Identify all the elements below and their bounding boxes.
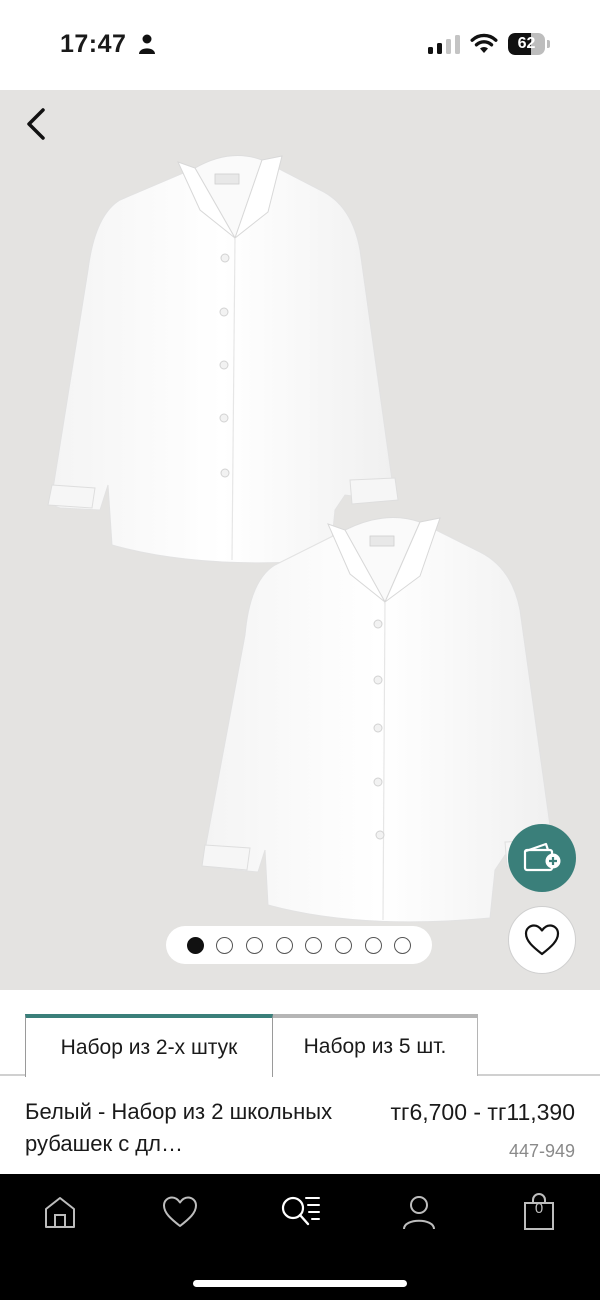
add-to-wishlist-button[interactable] — [508, 906, 576, 974]
pager-dot[interactable] — [275, 936, 293, 954]
nav-account[interactable] — [389, 1190, 449, 1234]
pager-dot[interactable] — [216, 936, 234, 954]
product-title: Белый - Набор из 2 школьных рубашек с дл… — [25, 1099, 333, 1156]
wallet-add-icon — [523, 842, 561, 872]
heart-icon — [163, 1196, 197, 1227]
tab-set-of-2[interactable]: Набор из 2-х штук — [25, 1014, 273, 1077]
person-icon — [139, 34, 155, 54]
bag-count: 0 — [534, 1200, 544, 1217]
nav-wishlist[interactable] — [150, 1190, 210, 1234]
nav-bag[interactable]: 0 — [509, 1190, 569, 1234]
home-indicator — [193, 1280, 407, 1287]
pager-dot[interactable] — [305, 936, 323, 954]
shirt-2 — [201, 517, 555, 923]
tab-label: Набор из 2-х штук — [60, 1035, 238, 1059]
nav-search[interactable] — [270, 1190, 330, 1234]
heart-icon — [524, 924, 560, 956]
shirt-1 — [47, 155, 399, 564]
tab-label: Набор из 5 шт. — [303, 1035, 447, 1058]
account-icon — [403, 1196, 435, 1230]
status-bar: 17:47 62 — [0, 0, 600, 90]
product-code: 447-949 — [508, 1141, 575, 1161]
product-info: Белый - Набор из 2 школьных рубашек с дл… — [0, 1076, 600, 1174]
wifi-icon — [470, 33, 498, 53]
home-icon — [45, 1197, 75, 1228]
pager-dot[interactable] — [186, 936, 204, 954]
chevron-left-icon — [27, 108, 45, 140]
pager-dot[interactable] — [394, 936, 412, 954]
cellular-signal-icon — [428, 35, 460, 54]
variant-tabs: Набор из 2-х штук Набор из 5 шт. — [0, 990, 600, 1077]
back-button[interactable] — [14, 102, 58, 146]
product-image-gallery[interactable] — [0, 90, 600, 990]
pager-dot[interactable] — [364, 936, 382, 954]
search-icon — [281, 1196, 320, 1226]
image-pager — [166, 926, 432, 964]
status-time: 17:47 — [60, 30, 127, 58]
battery-indicator: 62 — [508, 33, 550, 55]
pager-dot[interactable] — [245, 936, 263, 954]
nav-home[interactable] — [30, 1190, 90, 1234]
battery-level: 62 — [517, 35, 536, 52]
save-to-collection-button[interactable] — [508, 824, 576, 892]
tab-set-of-5[interactable]: Набор из 5 шт. — [272, 1014, 478, 1076]
pager-dot[interactable] — [334, 936, 352, 954]
product-price: тг6,700 - тг11,390 — [390, 1099, 575, 1125]
